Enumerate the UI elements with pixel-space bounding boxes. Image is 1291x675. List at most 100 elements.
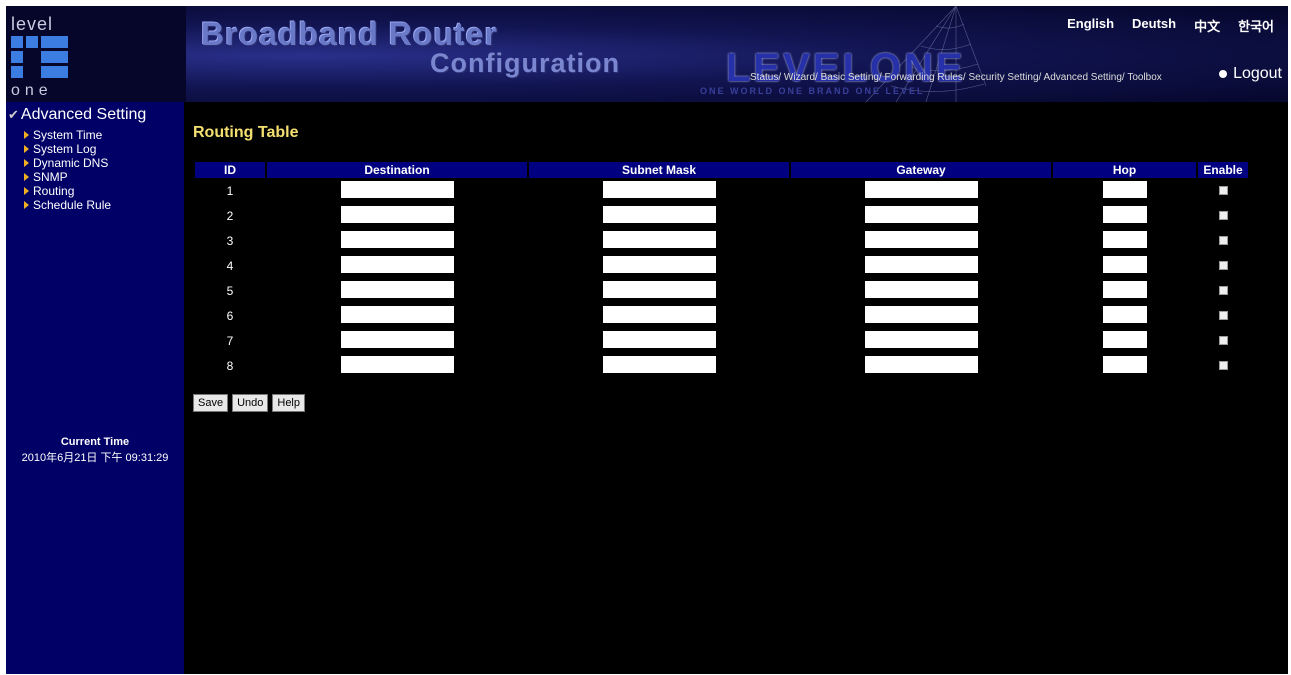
nav-wizard[interactable]: Wizard/ [784, 72, 818, 83]
destination-cell [267, 328, 527, 353]
enable-cell [1198, 278, 1248, 303]
arrow-right-icon [24, 201, 29, 209]
column-header-subnet-mask: Subnet Mask [529, 162, 789, 178]
row-id: 8 [226, 358, 234, 373]
gateway-cell [791, 353, 1051, 378]
hop-input[interactable] [1102, 205, 1147, 223]
hop-input[interactable] [1102, 230, 1147, 248]
arrow-right-icon [24, 131, 29, 139]
destination-input[interactable] [340, 355, 454, 373]
subnet-mask-cell [529, 253, 789, 278]
sidebar-item-schedule-rule[interactable]: Schedule Rule [24, 198, 111, 212]
destination-input[interactable] [340, 280, 454, 298]
subnet-mask-input[interactable] [602, 305, 716, 323]
table-row: 4 [195, 253, 1248, 278]
sidebar-item-routing[interactable]: Routing [24, 184, 111, 198]
enable-checkbox[interactable] [1218, 360, 1228, 370]
sidebar-item-dynamic-dns[interactable]: Dynamic DNS [24, 156, 111, 170]
destination-cell [267, 203, 527, 228]
destination-input[interactable] [340, 230, 454, 248]
gateway-input[interactable] [864, 230, 978, 248]
nav-basic-setting[interactable]: Basic Setting/ [821, 72, 882, 83]
hop-cell [1053, 178, 1196, 203]
enable-checkbox[interactable] [1218, 235, 1228, 245]
banner-subtitle: Configuration [430, 48, 620, 78]
brand-tagline: ONE WORLD ONE BRAND ONE LEVEL [700, 86, 925, 96]
enable-checkbox[interactable] [1218, 310, 1228, 320]
lang-english[interactable]: English [1067, 16, 1114, 35]
subnet-mask-input[interactable] [602, 255, 716, 273]
hop-input[interactable] [1102, 180, 1147, 198]
nav-status[interactable]: Status/ [750, 72, 781, 83]
logo-text-bottom: one [11, 82, 53, 99]
current-time-label: Current Time [60, 436, 130, 448]
hop-input[interactable] [1102, 305, 1147, 323]
lang-deutsch[interactable]: Deutsh [1132, 16, 1176, 35]
enable-checkbox[interactable] [1218, 260, 1228, 270]
destination-input[interactable] [340, 180, 454, 198]
bullet-icon [1219, 70, 1228, 78]
enable-cell [1198, 178, 1248, 203]
gateway-input[interactable] [864, 205, 978, 223]
enable-checkbox[interactable] [1218, 335, 1228, 345]
hop-input[interactable] [1102, 355, 1147, 373]
gateway-input[interactable] [864, 280, 978, 298]
column-header-id: ID [195, 162, 265, 178]
lang-chinese[interactable]: 中文 [1194, 16, 1220, 35]
subnet-mask-input[interactable] [602, 355, 716, 373]
subnet-mask-input[interactable] [602, 205, 716, 223]
arrow-right-icon [24, 159, 29, 167]
checkmark-icon: ✔ [8, 107, 19, 122]
nav-advanced-setting[interactable]: Advanced Setting/ [1044, 72, 1125, 83]
subnet-mask-input[interactable] [602, 180, 716, 198]
undo-button[interactable]: Undo [232, 394, 269, 412]
enable-checkbox[interactable] [1218, 285, 1228, 295]
subnet-mask-input[interactable] [602, 280, 716, 298]
destination-input[interactable] [340, 255, 454, 273]
enable-checkbox[interactable] [1218, 210, 1228, 220]
hop-input[interactable] [1102, 280, 1147, 298]
page-frame: level one Broadband Router Configuration [6, 6, 1288, 674]
hop-cell [1053, 278, 1196, 303]
sidebar-section-title[interactable]: ✔ Advanced Setting [8, 106, 146, 124]
subnet-mask-input[interactable] [602, 330, 716, 348]
lang-korean[interactable]: 한국어 [1238, 16, 1274, 35]
sidebar-item-snmp[interactable]: SNMP [24, 170, 111, 184]
save-button[interactable]: Save [193, 394, 229, 412]
logout-link[interactable]: Logout [1219, 65, 1282, 83]
nav-toolbox[interactable]: Toolbox [1127, 72, 1161, 83]
logo-block [41, 51, 68, 63]
hop-cell [1053, 303, 1196, 328]
subnet-mask-cell [529, 353, 789, 378]
sidebar-item-system-time[interactable]: System Time [24, 128, 111, 142]
enable-checkbox[interactable] [1218, 185, 1228, 195]
hop-input[interactable] [1102, 255, 1147, 273]
help-button[interactable]: Help [272, 394, 305, 412]
levelone-logo: level one [6, 6, 186, 102]
enable-cell [1198, 303, 1248, 328]
gateway-input[interactable] [864, 355, 978, 373]
gateway-input[interactable] [864, 305, 978, 323]
gateway-cell [791, 203, 1051, 228]
gateway-input[interactable] [864, 330, 978, 348]
hop-input[interactable] [1102, 330, 1147, 348]
subnet-mask-cell [529, 278, 789, 303]
nav-security-setting[interactable]: Security Setting/ [968, 72, 1041, 83]
table-row: 5 [195, 278, 1248, 303]
destination-cell [267, 278, 527, 303]
logo-block [41, 66, 68, 78]
hop-cell [1053, 203, 1196, 228]
gateway-input[interactable] [864, 255, 978, 273]
destination-input[interactable] [340, 305, 454, 323]
sidebar-item-label: Routing [33, 184, 75, 198]
destination-input[interactable] [340, 330, 454, 348]
gateway-input[interactable] [864, 180, 978, 198]
subnet-mask-input[interactable] [602, 230, 716, 248]
arrow-right-icon [24, 173, 29, 181]
sidebar-item-system-log[interactable]: System Log [24, 142, 111, 156]
current-time-value: 2010年6月21日 下午 09:31:29 [21, 452, 169, 464]
nav-forwarding-rules[interactable]: Forwarding Rules/ [885, 72, 966, 83]
destination-input[interactable] [340, 205, 454, 223]
column-header-destination: Destination [267, 162, 527, 178]
table-row: 3 [195, 228, 1248, 253]
